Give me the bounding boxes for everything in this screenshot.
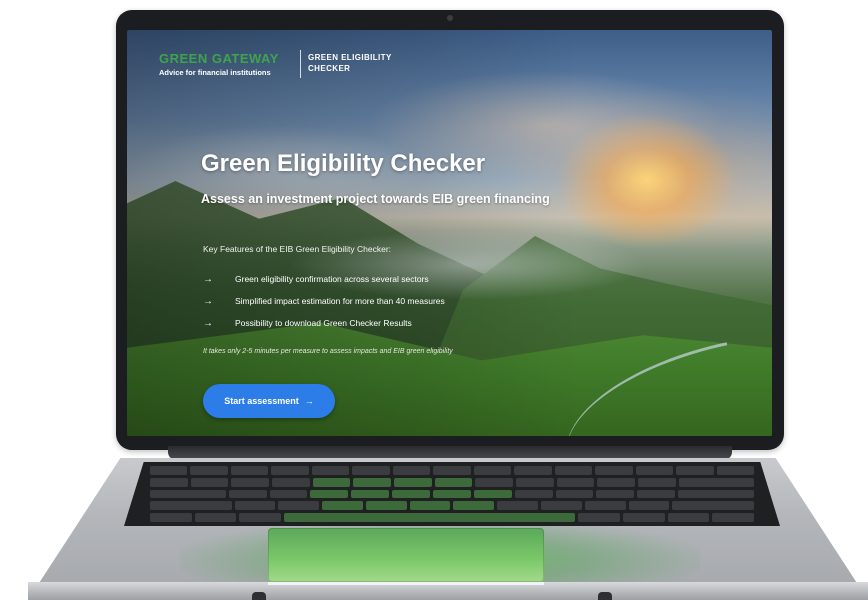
key-row	[150, 477, 755, 487]
time-estimate-note: It takes only 2-5 minutes per measure to…	[203, 348, 453, 355]
list-item: → Simplified impact estimation for more …	[203, 290, 445, 312]
feature-list: → Green eligibility confirmation across …	[203, 268, 445, 334]
page-subtitle: Assess an investment project towards EIB…	[201, 192, 550, 206]
page-title: Green Eligibility Checker	[201, 150, 486, 177]
product-name: GREEN ELIGIBILITY CHECKER	[308, 53, 392, 73]
laptop-hinge	[168, 446, 732, 460]
start-assessment-button[interactable]: Start assessment →	[203, 384, 335, 418]
list-item: → Green eligibility confirmation across …	[203, 268, 445, 290]
logo-divider	[300, 50, 301, 78]
laptop-foot	[598, 592, 612, 600]
webcam	[447, 15, 453, 21]
features-heading: Key Features of the EIB Green Eligibilit…	[203, 244, 392, 254]
feature-text: Green eligibility confirmation across se…	[235, 274, 429, 284]
start-assessment-label: Start assessment	[224, 396, 299, 406]
key-row	[150, 466, 755, 475]
trackpad-notch-highlight	[268, 582, 544, 585]
feature-text: Simplified impact estimation for more th…	[235, 296, 445, 306]
laptop-screen: GREEN GATEWAY Advice for financial insti…	[127, 30, 772, 436]
arrow-right-icon: →	[203, 273, 213, 285]
feature-text: Possibility to download Green Checker Re…	[235, 318, 412, 328]
key-row	[150, 489, 754, 499]
arrow-right-icon: →	[203, 317, 213, 329]
arrow-right-icon: →	[203, 295, 213, 307]
logo-tagline: Advice for financial institutions	[159, 68, 271, 77]
green-gateway-logo[interactable]: GREEN GATEWAY Advice for financial insti…	[159, 51, 279, 77]
key-row	[150, 501, 754, 511]
arrow-right-icon: →	[304, 396, 314, 406]
text-shade-overlay	[127, 30, 772, 436]
key-row	[150, 513, 754, 522]
laptop-lid: GREEN GATEWAY Advice for financial insti…	[116, 10, 784, 450]
laptop-foot	[252, 592, 266, 600]
list-item: → Possibility to download Green Checker …	[203, 312, 445, 334]
trackpad	[268, 528, 544, 582]
logo-wordmark: GREEN GATEWAY	[159, 51, 279, 66]
keyboard	[124, 462, 780, 526]
